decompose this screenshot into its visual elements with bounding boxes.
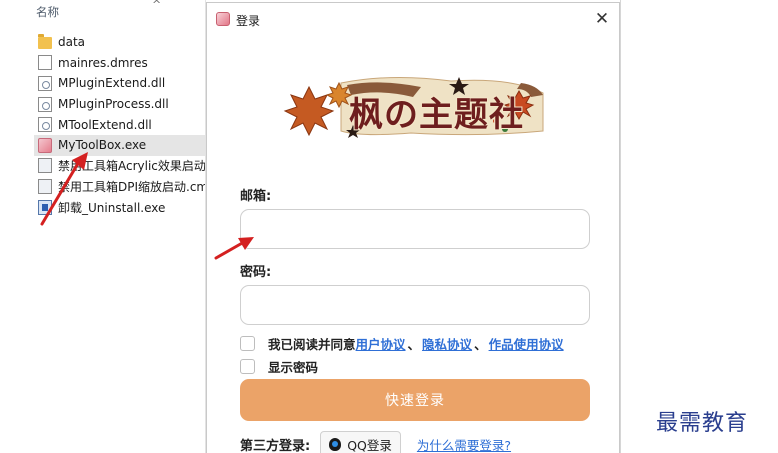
password-field[interactable]	[240, 285, 590, 325]
file-row-mtoolextend[interactable]: MToolExtend.dll	[38, 114, 218, 135]
file-name: data	[58, 35, 86, 50]
show-password-checkbox[interactable]	[240, 359, 255, 374]
works-agreement-link[interactable]: 作品使用协议	[489, 334, 564, 353]
separator: 、	[474, 337, 487, 352]
file-name: mainres.dmres	[58, 55, 148, 70]
file-row-mainres[interactable]: mainres.dmres	[38, 53, 218, 74]
pane-divider	[620, 0, 621, 453]
dll-file-icon	[38, 75, 52, 91]
show-password-label: 显示密码	[268, 360, 319, 375]
dll-file-icon	[38, 117, 52, 133]
agreement-text: 我已阅读并同意	[268, 337, 356, 352]
watermark: 最需教育	[656, 411, 749, 436]
qq-icon	[329, 437, 342, 451]
qq-login-button[interactable]: QQ登录	[320, 431, 401, 453]
show-password-row: 显示密码	[240, 357, 318, 376]
dll-file-icon	[38, 96, 52, 112]
third-party-login-row: 第三方登录: QQ登录 为什么需要登录?	[240, 431, 511, 453]
file-name: MPluginProcess.dll	[58, 97, 169, 112]
qq-login-label: QQ登录	[347, 437, 392, 453]
file-row-mpluginextend[interactable]: MPluginExtend.dll	[38, 73, 218, 94]
quick-login-button[interactable]: 快速登录	[240, 379, 590, 421]
email-field[interactable]	[240, 209, 590, 249]
name-column-header[interactable]: 名称	[36, 4, 59, 20]
red-arrow-icon	[40, 152, 88, 226]
file-row-data[interactable]: data	[38, 32, 218, 53]
logo: 枫の主题社	[281, 75, 551, 141]
agreement-checkbox[interactable]	[240, 336, 255, 351]
user-agreement-link[interactable]: 用户协议	[356, 334, 406, 353]
chevron-up-icon[interactable]: ^	[152, 0, 161, 11]
red-arrow-icon	[214, 237, 254, 260]
why-login-link[interactable]: 为什么需要登录?	[417, 435, 511, 453]
file-name: MToolExtend.dll	[58, 117, 152, 132]
folder-icon	[38, 34, 52, 50]
agreement-row: 我已阅读并同意 用户协议 、 隐私协议 、 作品使用协议	[240, 334, 564, 353]
file-name: MPluginExtend.dll	[58, 76, 166, 91]
close-icon[interactable]: ✕	[591, 8, 613, 30]
password-label: 密码:	[240, 265, 272, 280]
separator: 、	[407, 337, 421, 352]
logo-text: 枫の主题社	[349, 95, 524, 135]
third-party-label: 第三方登录:	[240, 438, 311, 453]
app-icon	[216, 12, 230, 26]
file-icon	[38, 55, 52, 71]
dialog-title: 登录	[236, 14, 261, 28]
dialog-titlebar: 登录 ✕	[207, 3, 619, 35]
email-label: 邮箱:	[240, 189, 272, 204]
login-dialog: 登录 ✕ 枫の主题社 邮箱: 密码: 我已阅读并同意 用户协议 、 隐私协议 、…	[206, 2, 620, 453]
privacy-agreement-link[interactable]: 隐私协议	[422, 334, 472, 353]
file-row-mpluginprocess[interactable]: MPluginProcess.dll	[38, 94, 218, 115]
